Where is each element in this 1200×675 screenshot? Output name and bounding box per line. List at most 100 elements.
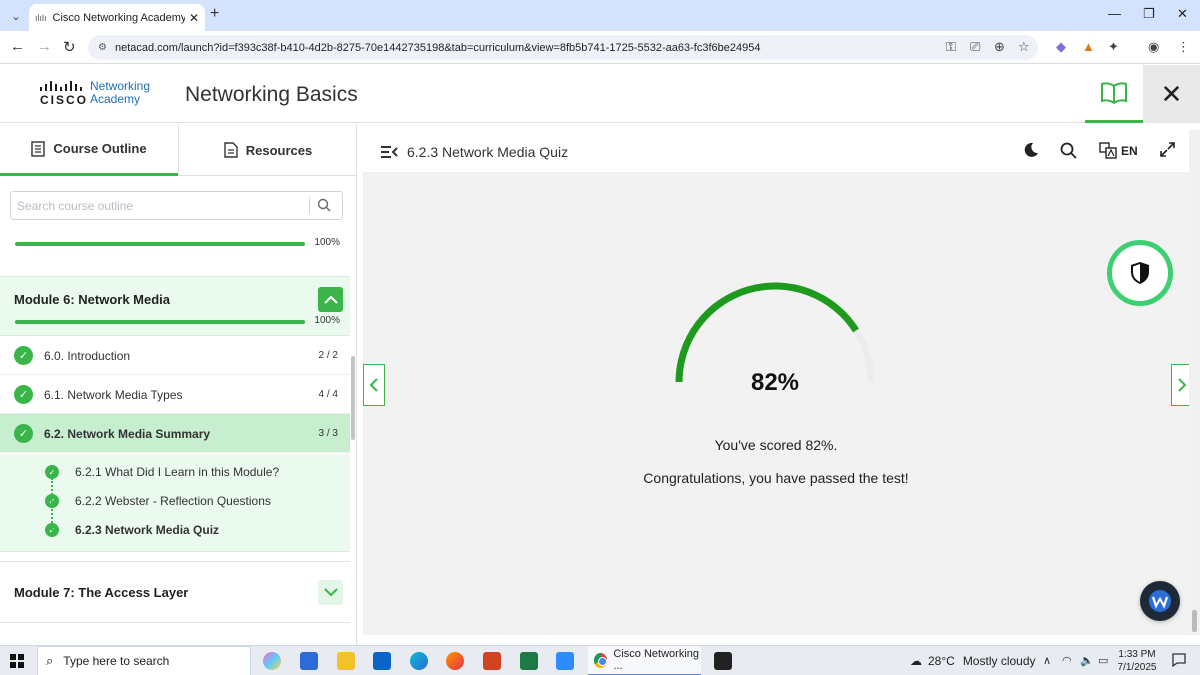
taskbar-search-icon: ⌕ (46, 653, 54, 668)
lesson-6-2[interactable]: ✓ 6.2. Network Media Summary 3 / 3 (0, 414, 350, 453)
tab-close-icon[interactable]: ✕ (189, 11, 199, 25)
topic-toolbar: 6.2.3 Network Media Quiz EN (363, 130, 1189, 173)
password-key-icon[interactable]: ⚿ (946, 39, 956, 55)
clock-date: 7/1/2025 (1117, 662, 1157, 673)
store-app-icon[interactable] (300, 652, 318, 670)
lesson-6-1[interactable]: ✓ 6.1. Network Media Types 4 / 4 (0, 375, 350, 414)
cisco-logo[interactable]: CISCO (40, 81, 86, 107)
security-shield-badge[interactable] (1107, 240, 1173, 306)
minimize-icon[interactable]: — (1108, 6, 1121, 21)
browser-menu-icon[interactable]: ⋮ (1177, 39, 1190, 55)
tab-course-outline[interactable]: Course Outline (0, 124, 178, 176)
pass-message: Congratulations, you have passed the tes… (643, 470, 909, 486)
firefox-browser-icon[interactable] (446, 652, 464, 670)
module-7-expand-button[interactable] (318, 580, 343, 605)
course-progress: 100% (15, 237, 340, 251)
extensions-puzzle-icon[interactable]: ✦ (1108, 39, 1119, 55)
search-icon[interactable] (317, 198, 331, 212)
course-book-button[interactable] (1085, 65, 1143, 123)
file-explorer-icon[interactable] (337, 652, 355, 670)
module-7-header[interactable]: Module 7: The Access Layer (0, 561, 350, 623)
extension-metamask-icon[interactable]: ▲ (1082, 39, 1095, 54)
previous-page-button[interactable] (363, 364, 385, 406)
search-icon[interactable] (1060, 142, 1077, 159)
back-arrow-icon[interactable]: ← (10, 38, 25, 55)
notification-icon[interactable] (1172, 653, 1186, 667)
fullscreen-expand-icon[interactable] (1160, 142, 1175, 157)
tray-chevron-up-icon[interactable]: ∧ (1043, 654, 1051, 667)
volume-icon[interactable]: 🔈 (1080, 654, 1094, 667)
language-selector[interactable]: EN (1121, 144, 1138, 158)
zoom-app-icon[interactable] (556, 652, 574, 670)
weather-desc: Mostly cloudy (962, 654, 1036, 668)
reload-icon[interactable]: ↻ (63, 38, 76, 56)
restore-icon[interactable]: ❐ (1143, 6, 1155, 22)
forward-arrow-icon[interactable]: → (37, 38, 52, 55)
outline-search-input[interactable] (11, 192, 301, 219)
tab-resources[interactable]: Resources (178, 124, 356, 176)
subitem-label: 6.2.2 Webster - Reflection Questions (75, 494, 271, 508)
clock-time: 1:33 PM (1118, 649, 1156, 660)
window-close-icon[interactable]: ✕ (1177, 6, 1188, 22)
chevron-left-icon (369, 378, 378, 392)
browser-tab-bar: ⌄ ılılı Cisco Networking Academy: Co ✕ +… (0, 0, 1200, 31)
check-circle-icon: ✓ (14, 424, 33, 443)
windows-start-icon[interactable] (10, 654, 24, 668)
install-app-icon[interactable]: ⎚ (970, 39, 980, 55)
course-progress-fill (15, 242, 305, 246)
tab-search-chevron-icon[interactable]: ⌄ (6, 6, 26, 26)
module-6-header[interactable]: Module 6: Network Media 100% (0, 276, 350, 336)
site-info-icon[interactable]: ⚙ (98, 42, 107, 53)
outlook-app-icon[interactable] (373, 652, 391, 670)
zoom-icon[interactable]: ⊕ (994, 39, 1005, 55)
address-bar[interactable]: ⚙ netacad.com/launch?id=f393c38f-b410-4d… (88, 35, 1038, 60)
course-progress-track (15, 242, 305, 246)
sidebar-tabs: Course Outline Resources (0, 124, 356, 176)
main-content: 6.2.3 Network Media Quiz EN 82% You've s… (363, 130, 1193, 635)
copilot-app-icon[interactable] (263, 652, 281, 670)
taskbar-search[interactable]: ⌕ Type here to search (37, 646, 251, 675)
collapse-menu-icon[interactable] (380, 145, 398, 159)
networking-academy-brand: Networking Academy (90, 80, 150, 106)
course-progress-text: 100% (314, 237, 340, 248)
battery-icon[interactable]: ▭ (1098, 654, 1108, 667)
new-tab-plus-icon[interactable]: + (210, 5, 219, 23)
course-title: Networking Basics (185, 83, 358, 106)
cloudy-weather-icon: ☁ (910, 654, 922, 668)
translate-icon[interactable] (1099, 142, 1117, 159)
network-wifi-icon[interactable]: ◠ (1062, 654, 1072, 667)
browser-tab[interactable]: ılılı Cisco Networking Academy: Co ✕ (29, 4, 205, 31)
check-circle-icon: ✓ (14, 385, 33, 404)
close-course-button[interactable]: ✕ (1143, 65, 1200, 123)
module-6-progress-fill (15, 320, 305, 324)
taskbar-chrome-window[interactable]: Cisco Networking ... (588, 646, 701, 675)
windows-taskbar: ⌕ Type here to search Cisco Networking .… (0, 645, 1200, 675)
resources-document-icon (224, 142, 238, 158)
score-gauge-fill (675, 282, 860, 383)
chat-assistant-button[interactable] (1140, 581, 1180, 621)
page-scrollbar[interactable] (1189, 130, 1200, 635)
app-header: CISCO Networking Academy Networking Basi… (0, 65, 1200, 123)
excel-app-icon[interactable] (520, 652, 538, 670)
chevron-down-icon (323, 588, 338, 597)
dark-mode-moon-icon[interactable] (1023, 142, 1039, 158)
weather-widget[interactable]: ☁ 28°C Mostly cloudy (910, 654, 1036, 668)
module-6-collapse-button[interactable] (318, 287, 343, 312)
bookmark-star-icon[interactable]: ☆ (1018, 39, 1030, 55)
subitem-connector-line (51, 478, 53, 530)
weather-temp: 28°C (928, 654, 955, 668)
system-clock[interactable]: 1:33 PM 7/1/2025 (1115, 648, 1159, 674)
tab-title: Cisco Networking Academy: Co (52, 11, 185, 24)
search-divider (309, 197, 310, 214)
lesson-count: 3 / 3 (318, 428, 338, 439)
powerpoint-app-icon[interactable] (483, 652, 501, 670)
packet-tracer-app-icon[interactable] (714, 652, 732, 670)
extension-copilot-icon[interactable]: ◆ (1056, 39, 1066, 55)
lesson-6-0[interactable]: ✓ 6.0. Introduction 2 / 2 (0, 336, 350, 375)
sidebar-scrollbar[interactable] (351, 356, 355, 440)
module-6-progress-text: 100% (314, 315, 340, 326)
page-scrollbar-thumb[interactable] (1192, 610, 1197, 632)
taskbar-search-placeholder: Type here to search (63, 654, 170, 668)
profile-avatar-icon[interactable]: ◉ (1148, 39, 1159, 55)
edge-browser-icon[interactable] (410, 652, 428, 670)
